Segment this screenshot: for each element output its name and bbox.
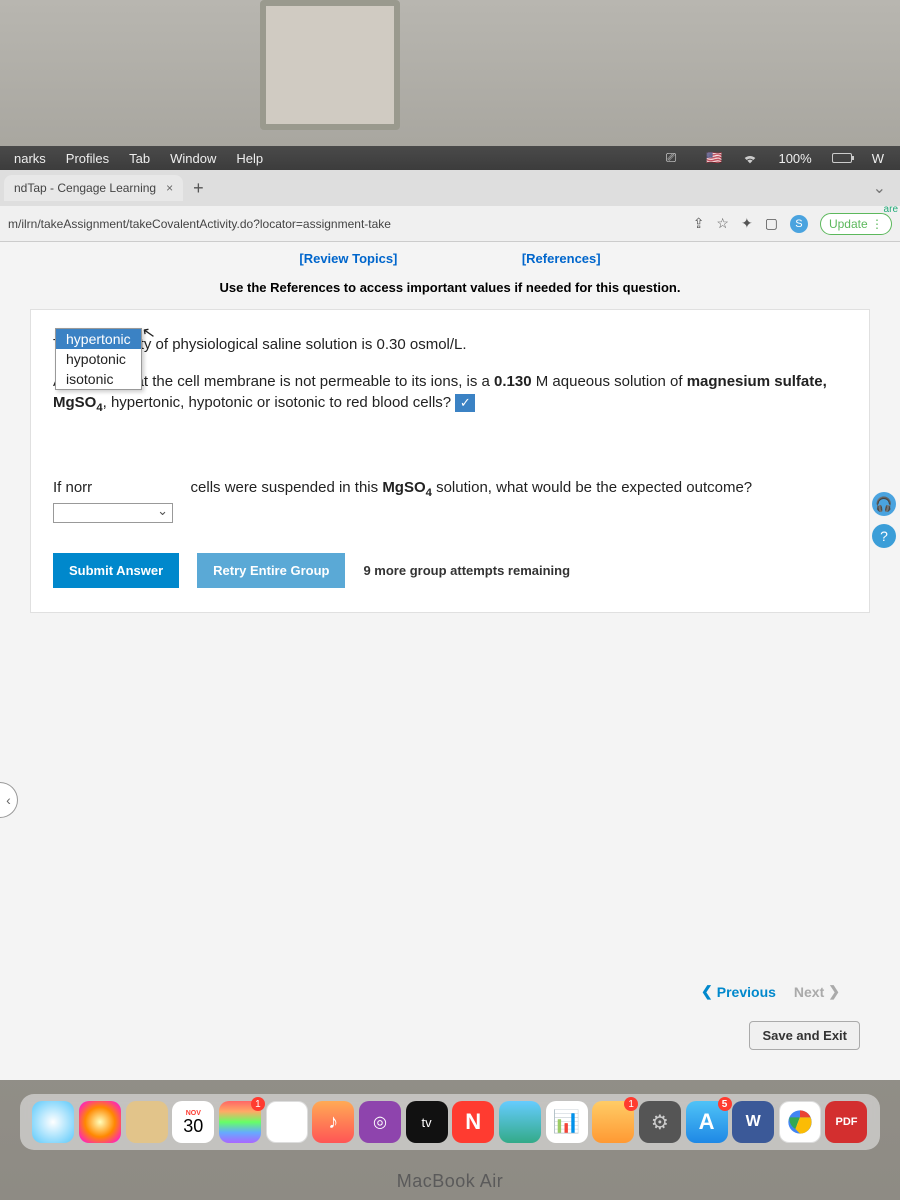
browser-tab[interactable]: ndTap - Cengage Learning ×: [4, 175, 183, 201]
menu-profiles[interactable]: Profiles: [56, 151, 119, 166]
music-app-icon[interactable]: ♪: [312, 1101, 354, 1143]
check-icon: ✓: [455, 394, 475, 412]
window-icon[interactable]: ▢: [765, 215, 778, 232]
outcome-select[interactable]: [53, 503, 173, 523]
instruction-text: Use the References to access important v…: [0, 276, 900, 309]
numbers-app-icon[interactable]: [499, 1101, 541, 1143]
mac-dock: NOV 30 1 ♪ ◎ tv N 📊 1 ⚙ A5 W PDF: [20, 1094, 880, 1150]
new-tab-icon[interactable]: +: [193, 178, 204, 199]
browser-tabbar: ndTap - Cengage Learning × + ⌄: [0, 170, 900, 206]
messages-app-icon[interactable]: [32, 1101, 74, 1143]
expand-left-icon[interactable]: ‹: [0, 782, 18, 818]
submit-button[interactable]: Submit Answer: [53, 553, 179, 588]
q-paragraph-3: If norr cells were suspended in this MgS…: [53, 477, 847, 523]
menu-help[interactable]: Help: [226, 151, 273, 166]
contacts-app-icon[interactable]: [126, 1101, 168, 1143]
option-hypertonic[interactable]: hypertonic: [56, 329, 141, 349]
help-icon[interactable]: ?: [872, 524, 896, 548]
menu-marks[interactable]: narks: [4, 151, 56, 166]
previous-button[interactable]: ❮ Previous: [701, 983, 776, 1000]
puzzle-icon[interactable]: ✦: [741, 215, 753, 232]
address-bar-row: m/ilrn/takeAssignment/takeCovalentActivi…: [0, 206, 900, 242]
notes-app-icon[interactable]: [266, 1101, 308, 1143]
question-panel: The osmolarity of physiological saline s…: [30, 309, 870, 613]
next-button[interactable]: Next ❯: [794, 983, 840, 1000]
battery-icon: [832, 153, 852, 163]
appstore-app-icon[interactable]: A5: [686, 1101, 728, 1143]
page-content: [Review Topics] [References] Use the Ref…: [0, 242, 900, 1080]
settings-app-icon[interactable]: ⚙: [639, 1101, 681, 1143]
url-text[interactable]: m/ilrn/takeAssignment/takeCovalentActivi…: [8, 217, 683, 231]
chrome-app-icon[interactable]: [779, 1101, 821, 1143]
word-app-icon[interactable]: W: [732, 1101, 774, 1143]
photos-app-icon[interactable]: [79, 1101, 121, 1143]
tab-title: ndTap - Cengage Learning: [14, 181, 156, 195]
cursor-icon: ↖: [140, 322, 157, 344]
battery-percent: 100%: [768, 151, 821, 166]
screen-mirror-icon[interactable]: ⎚: [656, 150, 686, 166]
are-text: are: [884, 204, 898, 215]
share-icon[interactable]: ⇪: [693, 215, 705, 232]
tab-chevron-icon[interactable]: ⌄: [873, 178, 896, 198]
reminders-app-icon[interactable]: 1: [219, 1101, 261, 1143]
dropdown-menu[interactable]: hypertonic hypotonic isotonic ↖: [55, 328, 142, 390]
tonicity-dropdown[interactable]: ✓: [455, 392, 475, 413]
save-and-exit-button[interactable]: Save and Exit: [749, 1021, 860, 1050]
flag-icon[interactable]: 🇺🇸: [696, 150, 732, 166]
retry-button[interactable]: Retry Entire Group: [197, 553, 345, 588]
review-topics-link[interactable]: [Review Topics]: [299, 251, 397, 266]
mac-menubar: narks Profiles Tab Window Help ⎚ 🇺🇸 100%…: [0, 146, 900, 170]
pages-app-icon[interactable]: 1: [592, 1101, 634, 1143]
wall-frame: [260, 0, 400, 130]
option-isotonic[interactable]: isotonic: [56, 369, 141, 389]
references-link[interactable]: [References]: [522, 251, 601, 266]
pdf-app-icon[interactable]: PDF: [825, 1101, 867, 1143]
star-icon[interactable]: ☆: [716, 215, 729, 232]
tab-close-icon[interactable]: ×: [166, 181, 173, 195]
podcasts-app-icon[interactable]: ◎: [359, 1101, 401, 1143]
q-paragraph-2: Assuming that the cell membrane is not p…: [53, 371, 847, 417]
menu-tab[interactable]: Tab: [119, 151, 160, 166]
attempts-remaining: 9 more group attempts remaining: [363, 563, 570, 578]
menu-right-letter: W: [862, 151, 894, 166]
headset-icon[interactable]: 🎧: [872, 492, 896, 516]
wifi-icon[interactable]: [742, 152, 758, 164]
menu-window[interactable]: Window: [160, 151, 226, 166]
s-badge-icon[interactable]: S: [790, 215, 808, 233]
news-app-icon[interactable]: N: [452, 1101, 494, 1143]
calendar-app-icon[interactable]: NOV 30: [172, 1101, 214, 1143]
tv-app-icon[interactable]: tv: [406, 1101, 448, 1143]
keynote-app-icon[interactable]: 📊: [546, 1101, 588, 1143]
q-paragraph-1: The osmolarity of physiological saline s…: [53, 334, 847, 355]
macbook-label: MacBook Air: [0, 1171, 900, 1192]
update-button[interactable]: Update ⋮: [820, 213, 892, 235]
option-hypotonic[interactable]: hypotonic: [56, 349, 141, 369]
